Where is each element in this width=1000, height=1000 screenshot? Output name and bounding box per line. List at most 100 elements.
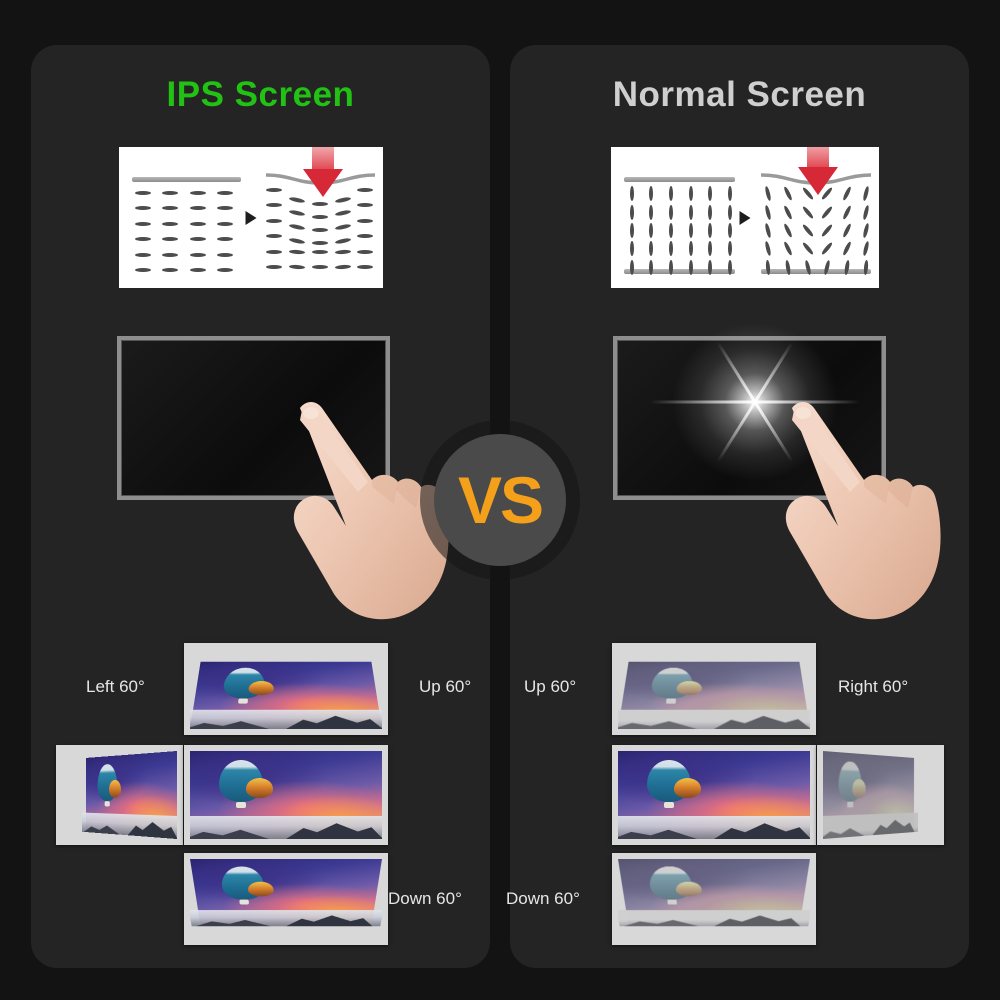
molecule — [668, 223, 673, 239]
molecule — [162, 237, 179, 242]
molecule — [688, 223, 693, 239]
molecule — [649, 223, 654, 239]
molecule — [841, 204, 852, 220]
transition-arrow-icon — [245, 210, 257, 225]
molecule — [162, 206, 179, 211]
molecule — [764, 222, 773, 239]
molecule — [288, 223, 306, 231]
viewing-angle-down-normal — [612, 853, 816, 945]
molecule-state-after-ips — [264, 147, 378, 288]
hot-air-balloon-small — [109, 779, 122, 798]
molecule — [820, 223, 834, 238]
molecule — [708, 241, 713, 257]
viewing-angle-grid-normal: Up 60° Right 60° Down 60° — [506, 617, 969, 945]
molecule — [764, 241, 773, 257]
label-left-60-ips: Left 60° — [86, 677, 145, 696]
molecule — [162, 252, 179, 257]
molecule — [801, 241, 814, 256]
molecule — [727, 223, 732, 239]
molecule — [311, 249, 328, 254]
molecule — [288, 196, 306, 204]
molecule — [334, 249, 351, 255]
label-down-60-ips: Down 60° — [388, 889, 462, 908]
vs-badge: VS — [434, 434, 566, 566]
hot-air-balloon-small — [852, 779, 866, 798]
molecule — [311, 201, 328, 206]
molecule — [357, 265, 374, 270]
molecule — [862, 241, 871, 257]
molecule — [311, 227, 328, 232]
viewing-angle-center-normal — [612, 745, 816, 845]
molecule — [135, 190, 152, 195]
molecule — [668, 186, 673, 202]
molecule — [357, 218, 374, 223]
molecule — [708, 204, 713, 220]
hot-air-balloon-small — [247, 881, 274, 897]
molecule — [357, 187, 374, 192]
molecule — [334, 264, 351, 270]
panel-title-ips: IPS Screen — [166, 75, 355, 114]
molecule — [216, 190, 233, 195]
molecule — [668, 259, 673, 275]
molecule — [727, 186, 732, 202]
molecule — [334, 209, 351, 218]
molecule — [216, 252, 233, 257]
hot-air-balloon-small — [245, 778, 273, 798]
molecule — [629, 259, 634, 275]
molecule — [216, 268, 233, 273]
viewing-angle-left-ips — [56, 745, 183, 845]
panel-title-normal: Normal Screen — [612, 75, 867, 114]
molecule — [357, 249, 374, 254]
molecule — [289, 264, 306, 270]
molecule — [189, 221, 206, 226]
molecule — [782, 223, 794, 239]
mountain-range — [823, 812, 918, 839]
hot-air-balloon-small — [673, 778, 701, 798]
molecule — [764, 186, 773, 202]
molecule — [629, 241, 634, 257]
molecule — [189, 190, 206, 195]
viewing-angle-up-normal — [612, 643, 816, 735]
label-right-60-normal: Right 60° — [838, 677, 909, 696]
mountain-range — [82, 812, 177, 839]
molecule — [266, 187, 283, 192]
molecule — [334, 196, 351, 204]
molecule — [688, 204, 693, 220]
molecule — [820, 241, 834, 256]
molecule — [357, 203, 374, 208]
glass-plate-bottom-icon — [624, 268, 735, 274]
pressure-arrow-icon — [797, 147, 838, 195]
molecule — [357, 234, 374, 239]
molecule — [162, 268, 179, 273]
panel-ips-screen: IPS Screen Left 60° Up 60° Down 60° — [31, 45, 490, 968]
molecule — [782, 241, 794, 257]
molecule — [162, 221, 179, 226]
pressure-arrow-icon — [302, 147, 343, 197]
molecule — [189, 237, 206, 242]
molecule — [135, 237, 152, 242]
molecule — [727, 204, 732, 220]
monitor-area-normal — [510, 292, 969, 620]
mountain-range — [618, 816, 810, 839]
label-up-60-normal: Up 60° — [524, 677, 577, 696]
viewing-angle-right-normal — [817, 745, 944, 845]
glass-plate-bottom-icon — [760, 268, 872, 274]
molecule — [334, 237, 351, 245]
molecule — [727, 241, 732, 257]
molecule — [311, 240, 328, 245]
label-up-60-ips: Up 60° — [419, 677, 472, 696]
molecule — [649, 241, 654, 257]
pointing-hand-icon — [785, 402, 941, 620]
molecule-diagram-ips — [119, 147, 383, 288]
molecule — [288, 209, 306, 218]
molecule — [708, 223, 713, 239]
molecule — [334, 223, 351, 231]
label-down-60-normal: Down 60° — [506, 889, 580, 908]
molecule — [216, 206, 233, 211]
mountain-range — [190, 816, 382, 839]
molecule — [862, 186, 871, 202]
molecule — [862, 222, 871, 239]
viewing-angle-grid-ips: Left 60° Up 60° Down 60° — [31, 617, 490, 945]
hot-air-balloon-small — [675, 881, 702, 897]
viewing-angle-up-ips — [184, 643, 388, 735]
